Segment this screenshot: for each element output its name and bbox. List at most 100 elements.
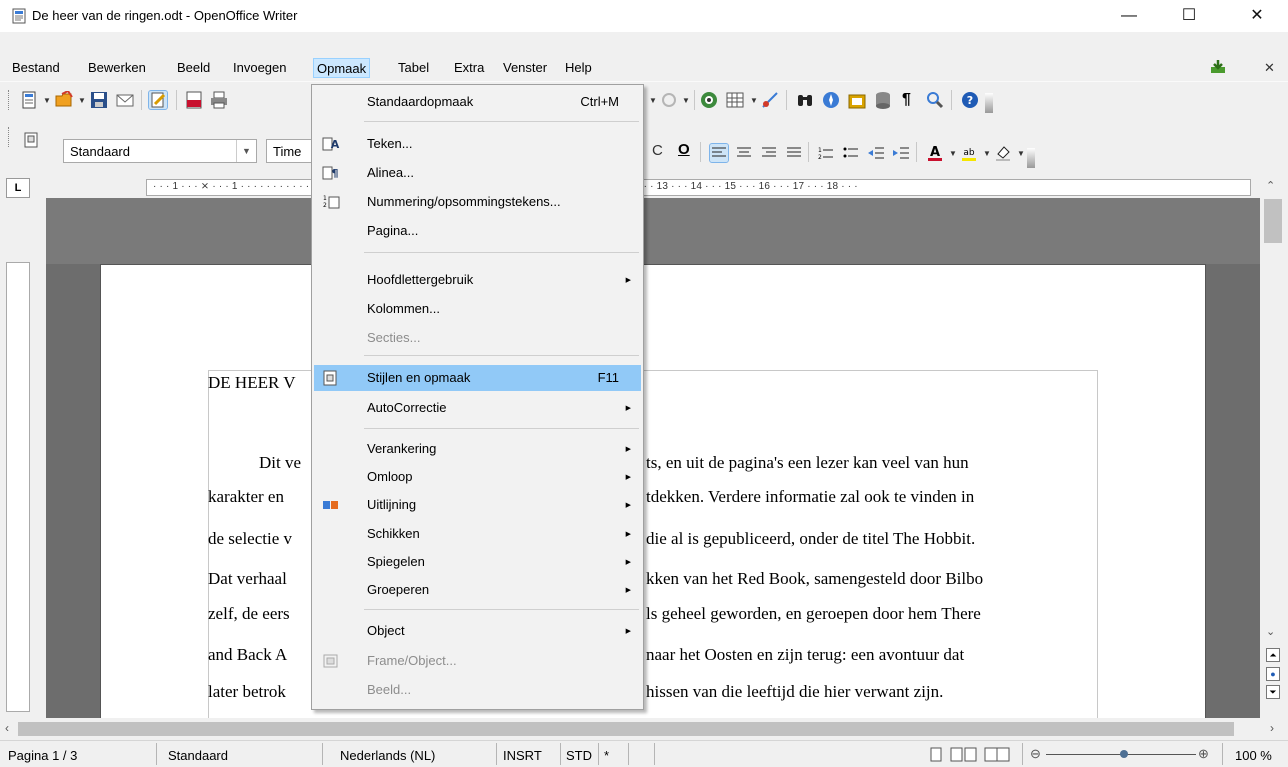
menu-invoegen[interactable]: Invoegen: [230, 58, 290, 78]
horizontal-scrollbar[interactable]: ‹ ›: [0, 718, 1288, 740]
close-document-icon[interactable]: ✕: [1264, 60, 1275, 76]
menu-venster[interactable]: Venster: [500, 58, 550, 78]
page-count[interactable]: Pagina 1 / 3: [8, 748, 77, 763]
data-sources-icon[interactable]: [874, 91, 892, 109]
menu-item-nummering[interactable]: 12 Nummering/opsommingstekens...: [314, 189, 641, 215]
font-name-select[interactable]: Time: [266, 139, 312, 163]
menu-item-object[interactable]: Object ▶: [314, 618, 641, 644]
toolbar-overflow-icon[interactable]: [1027, 148, 1035, 168]
align-left-icon[interactable]: [709, 143, 729, 163]
menu-beeld[interactable]: Beeld: [174, 58, 213, 78]
menu-item-kolommen[interactable]: Kolommen...: [314, 296, 641, 322]
document-line-3b[interactable]: die al is gepubliceerd, onder de titel T…: [646, 529, 975, 549]
vertical-scrollbar[interactable]: ⌃ ⌄ ⏶ ● ⏷: [1260, 177, 1288, 718]
chevron-down-icon[interactable]: ▼: [236, 140, 256, 162]
insert-table-icon[interactable]: [726, 91, 744, 109]
multi-page-view-icon[interactable]: [950, 747, 978, 762]
scroll-left-icon[interactable]: ‹: [5, 721, 9, 735]
scroll-up-icon[interactable]: ⌃: [1266, 179, 1275, 192]
hyperlink-icon[interactable]: [660, 91, 678, 109]
zoom-level[interactable]: 100 %: [1235, 748, 1272, 763]
save-icon[interactable]: [90, 91, 108, 109]
menu-item-spiegelen[interactable]: Spiegelen ▶: [314, 549, 641, 575]
open-folder-icon[interactable]: [55, 91, 73, 109]
selection-mode[interactable]: STD: [566, 748, 592, 763]
document-line-3a[interactable]: de selectie v: [208, 529, 292, 549]
underline-icon[interactable]: O: [678, 141, 690, 158]
highlighting-icon[interactable]: ab: [960, 144, 978, 162]
zoom-out-icon[interactable]: ⊖: [1030, 746, 1041, 762]
new-document-icon[interactable]: [20, 91, 38, 109]
document-line-4a[interactable]: Dat verhaal: [208, 569, 287, 589]
navigator-globe-icon[interactable]: [700, 91, 718, 109]
document-heading[interactable]: DE HEER V: [208, 373, 296, 393]
menu-tabel[interactable]: Tabel: [395, 58, 432, 78]
single-page-view-icon[interactable]: [928, 747, 944, 762]
export-pdf-icon[interactable]: [185, 91, 203, 109]
zoom-icon[interactable]: [926, 91, 944, 109]
email-icon[interactable]: [116, 91, 134, 109]
decrease-indent-icon[interactable]: [867, 144, 885, 162]
document-line-1b[interactable]: ts, en uit de pagina's een lezer kan vee…: [646, 453, 969, 473]
menu-item-verankering[interactable]: Verankering ▶: [314, 436, 641, 462]
minimize-button[interactable]: —: [1106, 0, 1152, 32]
draw-functions-icon[interactable]: [761, 91, 779, 109]
zoom-slider-thumb[interactable]: [1120, 750, 1128, 758]
italic-icon[interactable]: C: [652, 142, 663, 159]
previous-page-icon[interactable]: ⏶: [1266, 648, 1280, 662]
increase-indent-icon[interactable]: [892, 144, 910, 162]
help-icon[interactable]: ?: [961, 91, 979, 109]
justify-icon[interactable]: [785, 144, 803, 162]
document-line-6b[interactable]: naar het Oosten en zijn terug: een avont…: [646, 645, 964, 665]
close-window-button[interactable]: ✕: [1234, 0, 1280, 32]
styles-and-formatting-icon[interactable]: [23, 131, 41, 149]
document-line-7a[interactable]: later betrok: [208, 682, 286, 702]
document-line-7b[interactable]: hissen van die leeftijd die hier verwant…: [646, 682, 943, 702]
document-line-6a[interactable]: and Back A: [208, 645, 287, 665]
menu-bewerken[interactable]: Bewerken: [85, 58, 149, 78]
document-line-4b[interactable]: kken van het Red Book, samengesteld door…: [646, 569, 983, 589]
next-page-icon[interactable]: ⏷: [1266, 685, 1280, 699]
document-line-5a[interactable]: zelf, de eers: [208, 604, 290, 624]
menu-item-alinea[interactable]: ¶ Alinea...: [314, 160, 641, 186]
menu-item-omloop[interactable]: Omloop ▶: [314, 464, 641, 490]
horizontal-scroll-thumb[interactable]: [18, 722, 1234, 736]
print-icon[interactable]: [210, 91, 228, 109]
vertical-ruler[interactable]: [6, 262, 30, 712]
document-line-2a[interactable]: karakter en: [208, 487, 284, 507]
menu-bestand[interactable]: Bestand: [9, 58, 63, 78]
align-right-icon[interactable]: [760, 144, 778, 162]
bullets-icon[interactable]: [842, 144, 860, 162]
menu-item-uitlijning[interactable]: Uitlijning ▶: [314, 492, 641, 518]
language[interactable]: Nederlands (NL): [340, 748, 435, 763]
page-style[interactable]: Standaard: [168, 748, 228, 763]
formatting-marks-icon[interactable]: ¶: [902, 91, 911, 109]
menu-help[interactable]: Help: [562, 58, 595, 78]
navigator-icon[interactable]: [822, 91, 840, 109]
menu-item-standaardopmaak[interactable]: Standaardopmaak Ctrl+M: [314, 89, 641, 115]
document-line-1a[interactable]: Dit ve: [259, 453, 301, 473]
toolbar-overflow-icon[interactable]: [985, 93, 993, 113]
gallery-icon[interactable]: [848, 91, 866, 109]
edit-mode-icon[interactable]: [148, 90, 168, 110]
menu-item-stijlen-en-opmaak[interactable]: Stijlen en opmaak F11: [314, 365, 641, 391]
document-line-5b[interactable]: ls geheel geworden, en geroepen door hem…: [646, 604, 981, 624]
menu-item-teken[interactable]: A Teken...: [314, 131, 641, 157]
maximize-button[interactable]: ☐: [1166, 0, 1212, 32]
update-download-icon[interactable]: [1209, 59, 1227, 75]
find-replace-icon[interactable]: [796, 91, 814, 109]
menu-item-autocorrectie[interactable]: AutoCorrectie ▶: [314, 395, 641, 421]
scroll-down-icon[interactable]: ⌄: [1266, 625, 1275, 638]
insert-mode[interactable]: INSRT: [503, 748, 542, 763]
navigation-icon[interactable]: ●: [1266, 667, 1280, 681]
background-color-icon[interactable]: [994, 144, 1012, 162]
book-view-icon[interactable]: [984, 747, 1010, 762]
menu-item-hoofdlettergebruik[interactable]: Hoofdlettergebruik ▶: [314, 267, 641, 293]
menu-item-pagina[interactable]: Pagina...: [314, 218, 641, 244]
menu-opmaak[interactable]: Opmaak: [313, 58, 371, 78]
font-color-icon[interactable]: A: [926, 144, 944, 162]
paragraph-style-select[interactable]: Standaard ▼: [63, 139, 257, 163]
vertical-scroll-thumb[interactable]: [1264, 199, 1282, 243]
scroll-right-icon[interactable]: ›: [1270, 721, 1274, 735]
zoom-in-icon[interactable]: ⊕: [1198, 746, 1209, 762]
